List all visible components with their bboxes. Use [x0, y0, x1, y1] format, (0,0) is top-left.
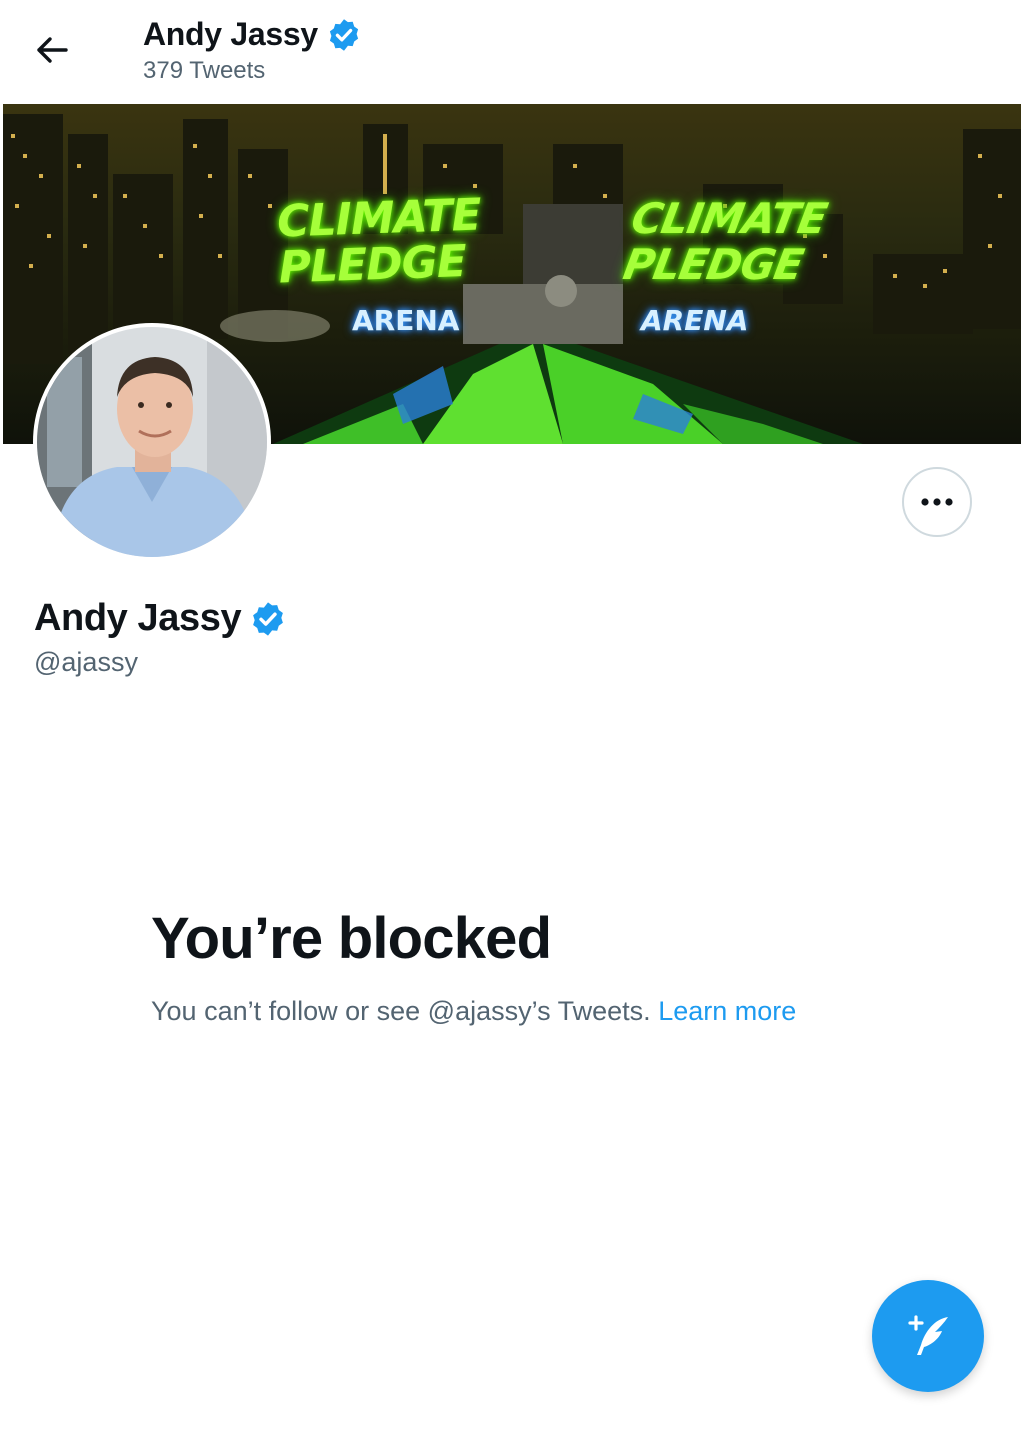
tweet-count: 379 Tweets: [143, 57, 266, 84]
avatar-photo: [37, 327, 267, 557]
header-name: Andy Jassy: [143, 16, 318, 52]
compose-tweet-icon: [908, 1315, 948, 1355]
sign-right-line1: CLIMATE: [627, 194, 831, 243]
avatar[interactable]: [33, 323, 271, 561]
more-options-button[interactable]: [902, 467, 972, 537]
profile-display-name: Andy Jassy: [34, 597, 242, 639]
profile-name: Andy Jassy: [34, 597, 287, 640]
arrow-left-icon: [37, 37, 68, 63]
sign-right: CLIMATE PLEDGE: [619, 194, 831, 289]
sign-left-line2: PLEDGE: [277, 236, 467, 294]
learn-more-link[interactable]: Learn more: [658, 996, 796, 1026]
blocked-message: You can’t follow or see @ajassy’s Tweets…: [151, 996, 796, 1027]
compose-tweet-button[interactable]: [872, 1280, 984, 1392]
profile-handle: @ajassy: [34, 647, 138, 677]
verified-badge-icon: [249, 600, 287, 638]
more-horizontal-icon: [921, 498, 953, 506]
header-title: Andy Jassy: [143, 16, 362, 53]
sign-right-line2: PLEDGE: [619, 240, 807, 289]
back-button[interactable]: [26, 26, 78, 74]
sign-left: CLIMATE PLEDGE: [276, 189, 482, 294]
sign-right-arena: ARENA: [641, 304, 749, 337]
blocked-title: You’re blocked: [151, 906, 552, 971]
verified-badge-icon: [326, 17, 362, 53]
top-bar: Andy Jassy 379 Tweets: [0, 0, 1024, 104]
sign-left-arena: ARENA: [352, 304, 460, 337]
blocked-message-text: You can’t follow or see @ajassy’s Tweets…: [151, 996, 651, 1026]
